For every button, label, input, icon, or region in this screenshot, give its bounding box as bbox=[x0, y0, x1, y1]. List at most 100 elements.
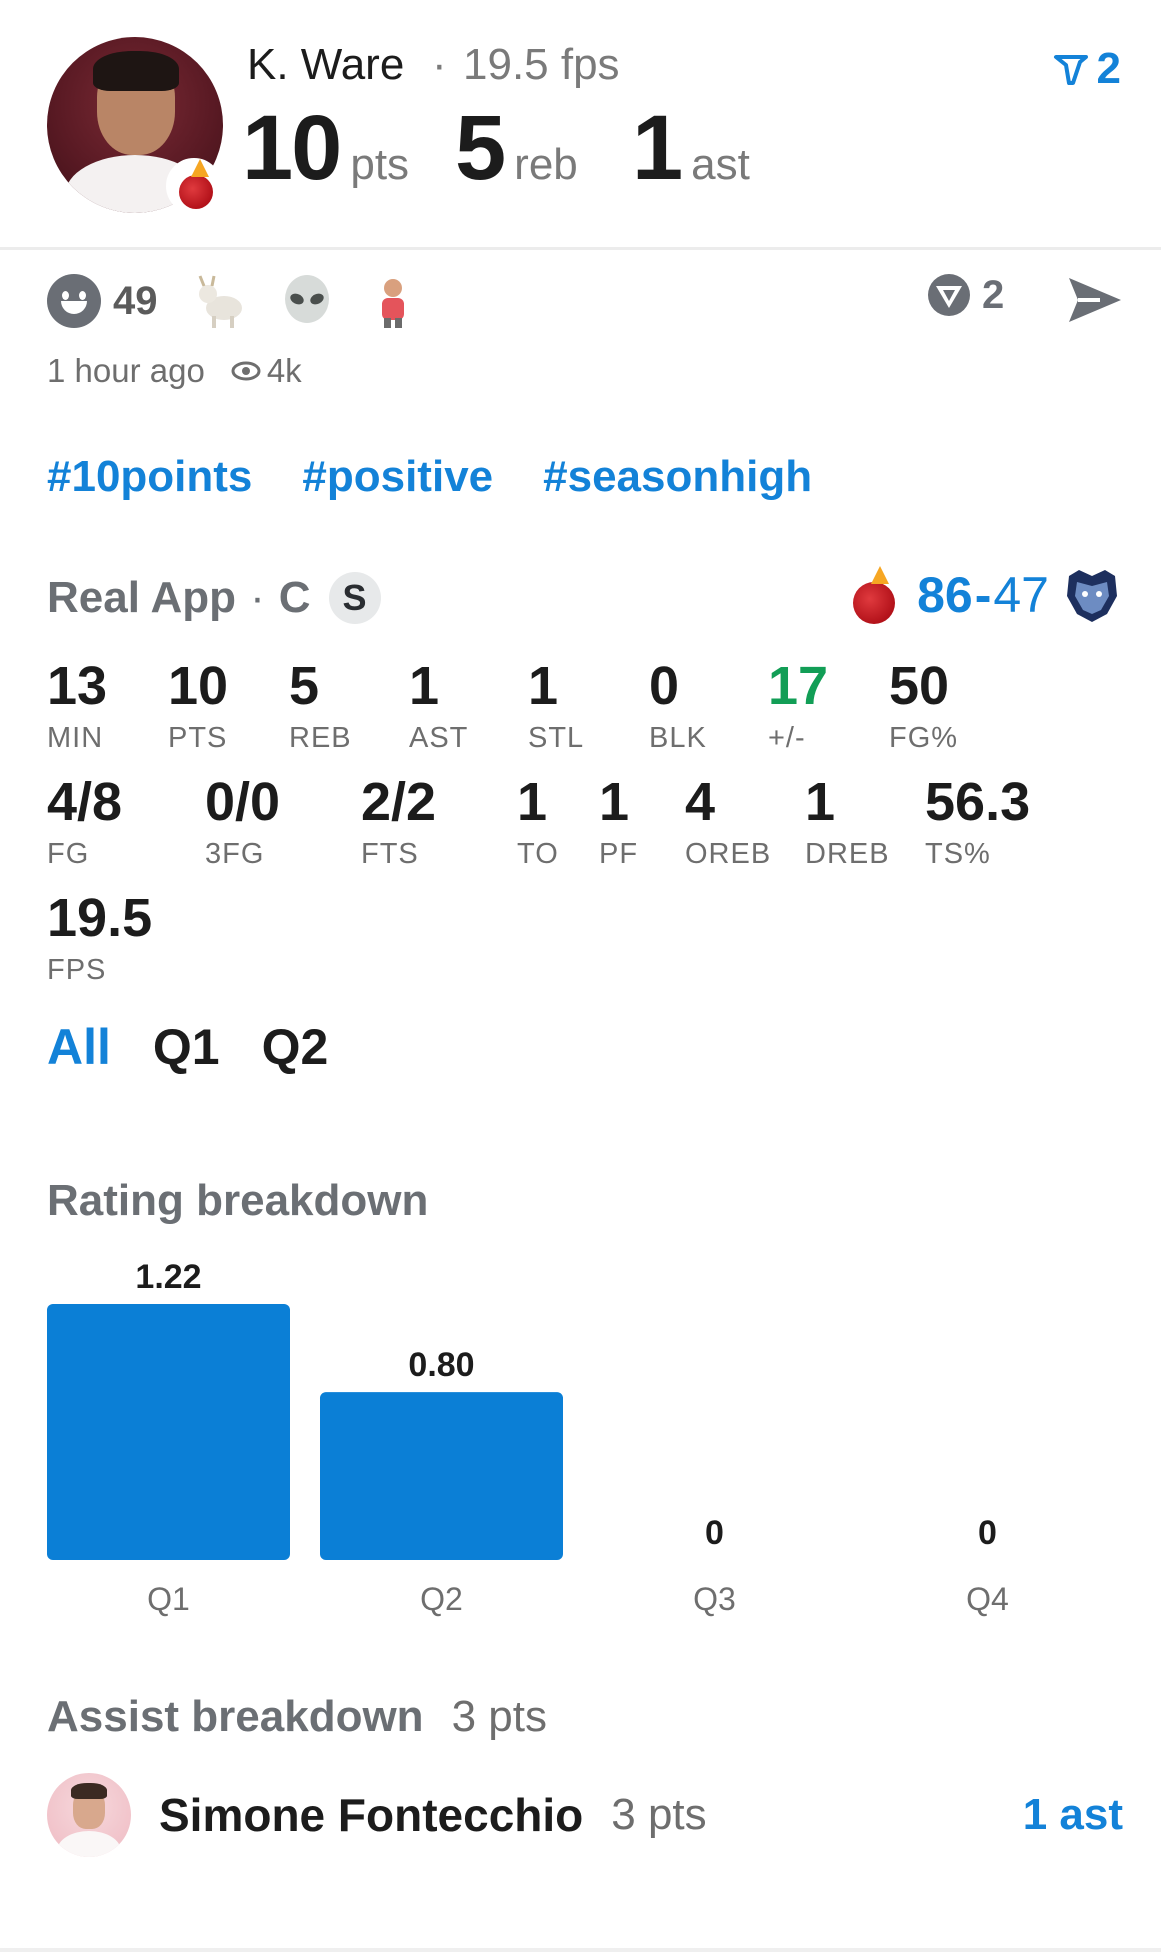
player-position: C bbox=[278, 573, 311, 622]
reply-count: 2 bbox=[982, 272, 1005, 317]
stat-dreb: 1 DREB bbox=[805, 772, 890, 871]
stat-label: AST bbox=[409, 722, 469, 754]
stat-label: TS% bbox=[925, 838, 991, 870]
source-name: Real App bbox=[47, 573, 237, 622]
stat-value: 1 bbox=[528, 656, 559, 716]
assists-unit: ast bbox=[691, 140, 750, 189]
player-sticker-icon[interactable] bbox=[364, 272, 422, 330]
stat-stl: 1 STL bbox=[528, 656, 584, 755]
vote-count: 2 bbox=[1096, 44, 1121, 93]
points-unit: pts bbox=[350, 140, 410, 189]
stat-pf: 1 PF bbox=[599, 772, 638, 871]
assister-name[interactable]: Simone Fontecchio bbox=[159, 1788, 583, 1842]
rating-value-label: 0 bbox=[705, 1514, 724, 1552]
player-name[interactable]: K. Ware bbox=[247, 40, 404, 90]
assist-breakdown-title: Assist breakdown bbox=[47, 1692, 424, 1741]
stat-label: BLK bbox=[649, 722, 707, 754]
rating-category-label: Q3 bbox=[693, 1581, 736, 1617]
stat-fps: 19.5 FPS bbox=[47, 888, 152, 987]
stat-ast: 1 AST bbox=[409, 656, 468, 755]
grizzlies-logo-icon bbox=[1067, 570, 1117, 622]
goat-emoji-icon[interactable] bbox=[192, 272, 250, 330]
assist-breakdown-header: Assist breakdown 3 pts bbox=[47, 1692, 547, 1742]
reactions-bar: 49 bbox=[47, 272, 450, 330]
stat-label: STL bbox=[528, 722, 585, 754]
heat-logo-ball bbox=[853, 582, 896, 624]
stat-value: 0/0 bbox=[205, 772, 281, 832]
smile-react-icon[interactable] bbox=[47, 274, 101, 328]
views-count: 4k bbox=[266, 352, 302, 389]
stat-value: 1 bbox=[409, 656, 440, 716]
stat-fts: 2/2 FTS bbox=[361, 772, 436, 871]
hashtag-link[interactable]: #seasonhigh bbox=[543, 452, 812, 502]
assists-stat: 1 ast bbox=[632, 96, 750, 201]
reply-button[interactable]: 2 bbox=[926, 272, 1004, 318]
rating-category-label: Q2 bbox=[420, 1581, 463, 1617]
rating-bar-q2 bbox=[320, 1392, 563, 1560]
heat-logo-flame bbox=[871, 566, 890, 584]
tab-all[interactable]: All bbox=[47, 1018, 111, 1076]
stat-value: 50 bbox=[889, 656, 950, 716]
share-send-icon[interactable] bbox=[1066, 274, 1124, 326]
stat-label: MIN bbox=[47, 722, 104, 754]
stat-oreb: 4 OREB bbox=[685, 772, 771, 871]
stat-value: 19.5 bbox=[47, 888, 153, 948]
rating-value-label: 0.80 bbox=[408, 1346, 474, 1384]
stat-reb: 5 REB bbox=[289, 656, 352, 755]
points-value: 10 bbox=[242, 97, 342, 199]
stat-label: FG bbox=[47, 838, 90, 870]
stat-value: 0 bbox=[649, 656, 680, 716]
stat-value: 13 bbox=[47, 656, 108, 716]
points-stat: 10 pts bbox=[242, 96, 409, 201]
stat-value: 1 bbox=[599, 772, 630, 832]
posted-time: 1 hour ago bbox=[47, 352, 205, 389]
stat-plus-minus: 17 +/- bbox=[768, 656, 828, 755]
assist-breakdown-total: 3 pts bbox=[451, 1692, 547, 1741]
quarter-tabs: All Q1 Q2 bbox=[47, 1018, 370, 1076]
stat-to: 1 TO bbox=[517, 772, 559, 871]
tab-q2[interactable]: Q2 bbox=[262, 1018, 329, 1076]
views-eye-icon bbox=[231, 361, 261, 381]
assist-row[interactable]: Simone Fontecchio 3 pts 1 ast bbox=[47, 1770, 1123, 1860]
assister-ast-count[interactable]: 1 ast bbox=[1023, 1790, 1123, 1840]
stat-label: TO bbox=[517, 838, 559, 870]
tab-q1[interactable]: Q1 bbox=[153, 1018, 220, 1076]
hashtag-link[interactable]: #positive bbox=[302, 452, 493, 502]
home-score: 86 bbox=[917, 567, 973, 623]
rating-value-label: 1.22 bbox=[135, 1260, 201, 1296]
stat-value: 1 bbox=[517, 772, 548, 832]
stat-label: FG% bbox=[889, 722, 959, 754]
assister-avatar-hair bbox=[71, 1783, 107, 1799]
stat-label: REB bbox=[289, 722, 352, 754]
starter-badge: S bbox=[328, 572, 381, 624]
assister-avatar bbox=[47, 1773, 131, 1857]
rating-category-label: Q1 bbox=[147, 1581, 190, 1617]
stat-value: 17 bbox=[768, 656, 829, 716]
stat-value: 5 bbox=[289, 656, 320, 716]
stat-label: OREB bbox=[685, 838, 772, 870]
alien-emoji-icon[interactable] bbox=[278, 272, 336, 330]
stat-min: 13 MIN bbox=[47, 656, 107, 755]
stat-pts: 10 PTS bbox=[168, 656, 228, 755]
away-score: 47 bbox=[993, 567, 1049, 623]
rebounds-stat: 5 reb bbox=[455, 96, 578, 201]
rating-breakdown-title: Rating breakdown bbox=[47, 1176, 429, 1225]
source-line: Real App · C S bbox=[47, 572, 381, 624]
post-meta: 1 hour ago 4k bbox=[47, 352, 302, 390]
game-score[interactable]: 86 - 47 bbox=[849, 566, 1121, 624]
heat-ball-shape bbox=[179, 175, 213, 209]
smile-count: 49 bbox=[113, 278, 158, 323]
vote-button[interactable]: 2 bbox=[1053, 44, 1121, 94]
stat-value: 1 bbox=[805, 772, 836, 832]
rebounds-value: 5 bbox=[455, 97, 506, 199]
source-separator: · bbox=[250, 573, 265, 622]
heat-team-icon bbox=[166, 158, 222, 214]
stat-fg-pct: 50 FG% bbox=[889, 656, 958, 755]
rating-bar-q1 bbox=[47, 1304, 290, 1560]
hashtag-link[interactable]: #10points bbox=[47, 452, 252, 502]
stat-label: +/- bbox=[768, 722, 806, 754]
stat-label: 3FG bbox=[205, 838, 265, 870]
heat-flame-shape bbox=[191, 159, 209, 177]
player-fps: 19.5 fps bbox=[463, 40, 620, 89]
smile-mouth bbox=[61, 301, 87, 314]
